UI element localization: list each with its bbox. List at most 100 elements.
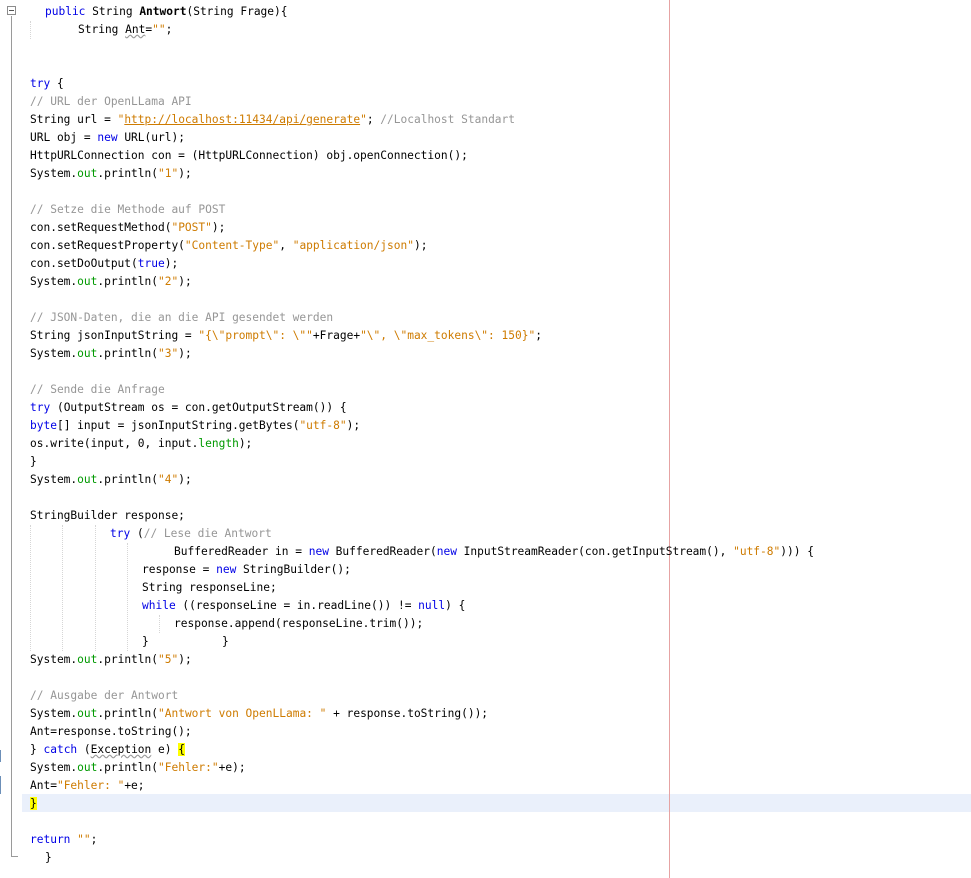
change-marker [0, 750, 5, 762]
code-text: ; [165, 23, 173, 36]
code-line[interactable]: con.setRequestMethod("POST"); [30, 219, 225, 237]
comment: // JSON-Daten, die an die API gesendet w… [30, 311, 334, 324]
code-line[interactable]: // Sende die Anfrage [30, 381, 165, 399]
string-literal: "utf-8" [299, 419, 347, 432]
code-line[interactable]: URL obj = new URL(url); [30, 129, 185, 147]
code-text: HttpURLConnection con = (HttpURLConnecti… [30, 149, 468, 162]
code-line[interactable]: try { [30, 75, 64, 93]
collapse-method-icon[interactable] [7, 6, 16, 15]
static-field: out [77, 275, 98, 288]
indent-guide [159, 615, 160, 633]
code-line[interactable]: // Ausgabe der Antwort [30, 687, 178, 705]
code-line[interactable]: String url = "http://localhost:11434/api… [30, 111, 515, 129]
warning-underlined-text: Ant [125, 23, 146, 36]
current-line-highlight [22, 794, 971, 812]
code-text: response = [142, 563, 217, 576]
static-field: out [77, 707, 98, 720]
code-line[interactable]: System.out.println("5"); [30, 651, 192, 669]
code-line[interactable]: byte[] input = jsonInputString.getBytes(… [30, 417, 360, 435]
fold-range-line [11, 16, 12, 856]
code-text: String [78, 23, 126, 36]
string-literal: "Content-Type" [184, 239, 280, 252]
keyword: new [308, 545, 329, 558]
code-line[interactable]: // Setze die Methode auf POST [30, 201, 225, 219]
code-text: String [85, 5, 140, 18]
code-text: .println( [97, 275, 158, 288]
code-line[interactable]: Ant=response.toString(); [30, 723, 192, 741]
code-line[interactable]: System.out.println("2"); [30, 273, 192, 291]
change-marker [0, 776, 5, 794]
code-text: ); [164, 257, 179, 270]
code-line[interactable]: } catch (Exception e) { [30, 741, 185, 759]
keyword: null [418, 599, 446, 612]
static-field: out [77, 167, 98, 180]
code-line[interactable]: try (// Lese die Antwort [110, 525, 272, 543]
code-line[interactable]: System.out.println("Fehler:"+e); [30, 759, 246, 777]
code-text: con.setRequestMethod( [30, 221, 172, 234]
code-text: (String Frage){ [186, 5, 288, 18]
code-line[interactable]: } [45, 849, 52, 867]
code-text: .println( [97, 761, 158, 774]
comment: // Setze die Methode auf POST [30, 203, 226, 216]
code-line[interactable]: con.setRequestProperty("Content-Type", "… [30, 237, 427, 255]
code-line[interactable]: con.setDoOutput(true); [30, 255, 178, 273]
static-field: out [77, 347, 98, 360]
static-field: out [77, 473, 98, 486]
code-line[interactable]: // JSON-Daten, die an die API gesendet w… [30, 309, 333, 327]
code-text: ; [535, 329, 542, 342]
code-line[interactable]: // URL der OpenLLama API [30, 93, 192, 111]
string-literal: "3" [158, 347, 179, 360]
string-literal: "1" [158, 167, 179, 180]
string-literal: "" [77, 833, 91, 846]
code-line[interactable]: String responseLine; [142, 579, 277, 597]
code-line[interactable]: HttpURLConnection con = (HttpURLConnecti… [30, 147, 468, 165]
comment: // URL der OpenLLama API [30, 95, 192, 108]
code-text: ); [211, 221, 226, 234]
string-literal: "Fehler: " [56, 779, 125, 792]
code-text: ( [77, 743, 91, 756]
code-line[interactable]: os.write(input, 0, input.length); [30, 435, 252, 453]
code-line[interactable]: while ((responseLine = in.readLine()) !=… [142, 597, 465, 615]
code-text: .println( [97, 707, 158, 720]
code-line-method-signature[interactable]: public String Antwort(String Frage){ [45, 3, 288, 21]
code-text: ( [130, 527, 144, 540]
fold-gutter [0, 0, 22, 878]
code-line[interactable]: try (OutputStream os = con.getOutputStre… [30, 399, 347, 417]
code-text: ); [413, 239, 428, 252]
comment: //Localhost Standart [380, 113, 516, 126]
code-text: response.append(responseLine.trim()); [174, 617, 424, 630]
code-line[interactable]: StringBuilder response; [30, 507, 185, 525]
code-text: { [50, 77, 64, 90]
keyword: try [30, 401, 51, 414]
code-line[interactable]: System.out.println("Antwort von OpenLLam… [30, 705, 488, 723]
code-line[interactable]: System.out.println("1"); [30, 165, 192, 183]
closing-brace: } [142, 635, 149, 648]
indent-guide [62, 525, 63, 651]
static-field: out [77, 653, 98, 666]
keyword: try [30, 77, 51, 90]
code-text: (OutputStream os = con.getOutputStream()… [50, 401, 347, 414]
code-text: System. [30, 653, 78, 666]
code-line[interactable]: } [222, 633, 229, 651]
code-line-current[interactable]: } [30, 795, 37, 813]
code-line[interactable]: return ""; [30, 831, 97, 849]
code-line[interactable]: System.out.println("4"); [30, 471, 192, 489]
string-literal: "" [152, 23, 166, 36]
code-text: System. [30, 347, 78, 360]
code-line[interactable]: String Ant=""; [78, 21, 172, 39]
code-line[interactable]: } [30, 453, 37, 471]
url-link[interactable]: http://localhost:11434/api/generate [124, 113, 360, 126]
code-editor[interactable]: public String Antwort(String Frage){ Str… [0, 0, 971, 878]
keyword: while [142, 599, 176, 612]
code-line[interactable]: BufferedReader in = new BufferedReader(n… [174, 543, 814, 561]
code-line[interactable]: System.out.println("3"); [30, 345, 192, 363]
keyword: try [110, 527, 131, 540]
code-line[interactable]: String jsonInputString = "{\"prompt\": \… [30, 327, 542, 345]
string-literal: "2" [158, 275, 179, 288]
code-line[interactable]: Ant="Fehler: "+e; [30, 777, 145, 795]
code-text: con.setRequestProperty( [30, 239, 185, 252]
code-text: StringBuilder response; [30, 509, 185, 522]
code-line[interactable]: response.append(responseLine.trim()); [174, 615, 423, 633]
code-line[interactable]: response = new StringBuilder(); [142, 561, 351, 579]
code-line[interactable]: } [142, 633, 149, 651]
